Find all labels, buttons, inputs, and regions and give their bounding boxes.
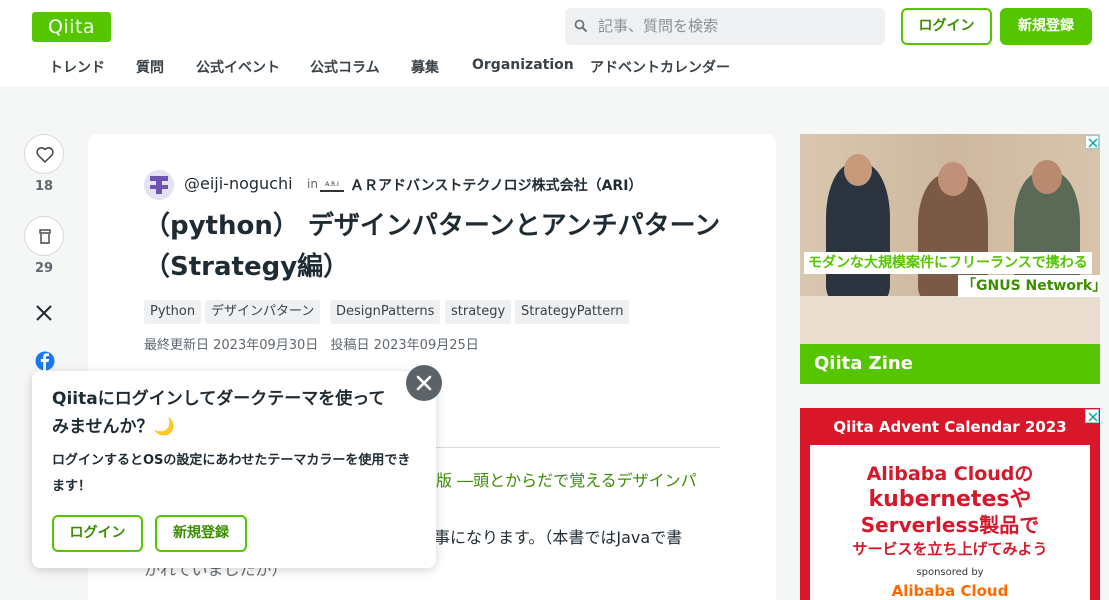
search-box[interactable]: 記事、質問を検索 [565,8,885,45]
search-input[interactable]: 記事、質問を検索 [598,8,718,45]
org-name[interactable]: ＡＲアドバンストテクノロジ株式会社（ARI） [350,175,642,195]
ad2-line-3: Serverless製品で [860,513,1040,537]
nav-questions[interactable]: 質問 [136,57,164,77]
ad2-close-icon[interactable] [1085,409,1099,423]
ad2-header: Qiita Advent Calendar 2023 [833,418,1067,436]
ad-face-1 [844,154,872,186]
tag-strategypattern[interactable]: StrategyPattern [515,300,630,324]
nav-organization[interactable]: Organization [472,57,574,73]
ad-table [800,296,1100,344]
ad2-sponsored-label: sponsored by [916,567,984,578]
ad2-line-4: サービスを立ち上げてみよう [852,540,1048,558]
article-title: （python） デザインパターンとアンチパターン（Strategy編） [144,211,721,282]
body-text: 事になります。（本書ではJavaで書 [434,528,683,547]
org-logo[interactable]: A.R.I [320,179,344,192]
site-header: Qiita 記事、質問を検索 ログイン 新規登録 トレンド 質問 公式イベント … [0,0,1109,86]
stock-count: 29 [34,261,54,276]
close-icon [416,375,432,391]
posted-date: 投稿日 2023年09月25日 [330,338,479,353]
facebook-icon[interactable] [35,351,55,371]
tag-strategy[interactable]: strategy [445,300,512,324]
updated-date: 最終更新日 2023年09月30日 [144,338,319,353]
avatar[interactable] [144,170,174,200]
ad-face-3 [1032,160,1062,194]
popup-signup-button[interactable]: 新規登録 [155,515,247,552]
in-label: in [307,177,318,191]
stock-icon [39,229,51,244]
nav-recruit[interactable]: 募集 [411,57,439,77]
qiita-logo[interactable]: Qiita [32,12,111,42]
article-dates: 最終更新日 2023年09月30日 投稿日 2023年09月25日 [144,334,487,353]
like-button[interactable] [24,134,64,174]
tag-design-pattern[interactable]: デザインパターン [205,300,321,324]
ad1-brand: Qiita Zine [814,353,913,374]
like-count: 18 [34,179,54,194]
nav-advent-calendar[interactable]: アドベントカレンダー [590,57,730,77]
tag-designpatterns[interactable]: DesignPatterns [330,300,441,324]
ad2-sponsor: Alibaba Cloud [891,582,1009,600]
ad1-caption-1: モダンな大規模案件にフリーランスで携わる [804,252,1092,274]
book-link[interactable]: 版 ―頭とからだで覚えるデザインパ [436,467,697,491]
dark-theme-popup: Qiitaにログインしてダークテーマを使ってみませんか？🌙 ログインするとOSの… [32,371,436,568]
x-share-icon[interactable] [35,304,53,322]
nav-official-columns[interactable]: 公式コラム [310,57,380,77]
login-button[interactable]: ログイン [901,8,992,45]
qiita-zine-ad[interactable]: モダンな大規模案件にフリーランスで携わる 「GNUS Network」 Qiit… [800,134,1100,384]
popup-description: ログインするとOSの設定にあわせたテーマカラーを使用できます！ [52,453,411,494]
advent-calendar-ad[interactable]: Qiita Advent Calendar 2023 Alibaba Cloud… [800,408,1100,600]
nav-official-events[interactable]: 公式イベント [196,57,280,77]
nav-trend[interactable]: トレンド [49,57,105,77]
stock-button[interactable] [24,216,64,256]
heart-icon [36,147,54,163]
tag-python[interactable]: Python [144,300,202,324]
popup-login-button[interactable]: ログイン [52,515,143,552]
signup-button[interactable]: 新規登録 [1000,8,1092,45]
popup-close-button[interactable] [406,365,442,401]
author-avatar-icon [144,170,174,200]
ad2-content: Alibaba Cloudの kubernetesや Serverless製品で… [810,445,1090,600]
author-username[interactable]: @eiji-noguchi [184,174,293,193]
ad1-caption-2: 「GNUS Network」 [958,275,1100,297]
popup-title: Qiitaにログインしてダークテーマを使ってみませんか？🌙 [52,389,386,437]
ad-close-icon[interactable] [1085,135,1099,149]
search-icon [574,19,588,33]
ad-face-2 [938,162,968,196]
